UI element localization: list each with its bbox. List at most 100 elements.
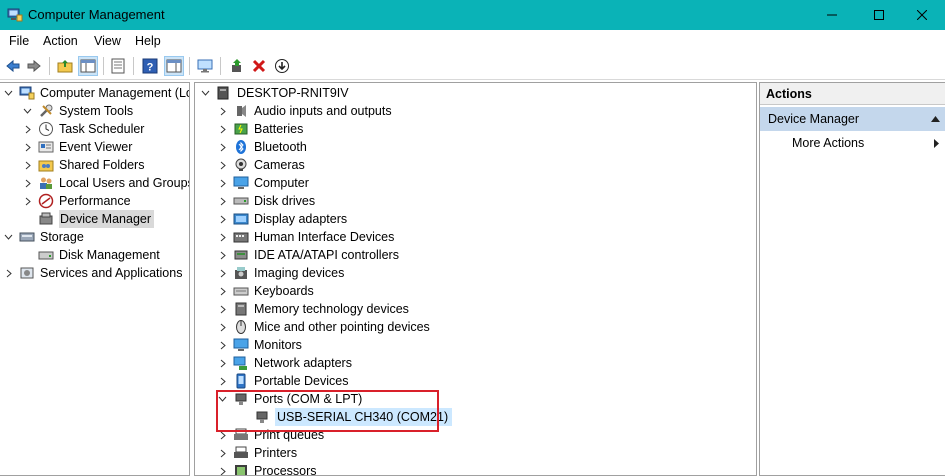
- tree-item-label: Device Manager: [59, 210, 155, 228]
- tree-root[interactable]: Computer Management (Local: [3, 84, 189, 102]
- device-category-bluetooth[interactable]: Bluetooth: [217, 138, 307, 156]
- collapsed-chevron-icon[interactable]: [217, 124, 227, 134]
- collapsed-chevron-icon[interactable]: [217, 232, 227, 242]
- collapsed-chevron-icon[interactable]: [217, 250, 227, 260]
- tree-item-performance[interactable]: Performance: [22, 192, 131, 210]
- uninstall-device-button[interactable]: [249, 56, 269, 76]
- tree-item-task-scheduler[interactable]: Task Scheduler: [22, 120, 144, 138]
- tree-item-local-users[interactable]: Local Users and Groups: [22, 174, 189, 192]
- device-category-portable-devices[interactable]: Portable Devices: [217, 372, 349, 390]
- device-tree-root[interactable]: DESKTOP-RNIT9IV: [200, 84, 349, 102]
- tree-item-label: Event Viewer: [59, 140, 133, 154]
- device-category-display-adapters[interactable]: Display adapters: [217, 210, 347, 228]
- back-button[interactable]: [3, 56, 23, 76]
- toolbar: ?: [0, 52, 945, 80]
- device-category-disk-drives[interactable]: Disk drives: [217, 192, 315, 210]
- expanded-chevron-icon[interactable]: [200, 88, 210, 98]
- console-tree-pane[interactable]: Computer Management (Local System Tools …: [0, 82, 190, 476]
- collapsed-chevron-icon[interactable]: [22, 178, 32, 188]
- up-level-button[interactable]: [55, 56, 75, 76]
- tree-item-system-tools[interactable]: System Tools: [22, 102, 133, 120]
- help-icon: ?: [142, 58, 158, 74]
- printer-icon: [234, 446, 248, 458]
- maximize-button[interactable]: [856, 0, 902, 30]
- expanded-chevron-icon[interactable]: [22, 106, 32, 116]
- device-category-human-interface-devices[interactable]: Human Interface Devices: [217, 228, 394, 246]
- more-actions-item[interactable]: More Actions: [792, 136, 864, 150]
- device-category-label: Imaging devices: [254, 266, 345, 280]
- collapsed-chevron-icon[interactable]: [22, 142, 32, 152]
- device-category-computer[interactable]: Computer: [217, 174, 309, 192]
- device-category-imaging-devices[interactable]: Imaging devices: [217, 264, 344, 282]
- collapsed-chevron-icon[interactable]: [217, 214, 227, 224]
- minimize-button[interactable]: [809, 0, 855, 30]
- tree-item-services-applications[interactable]: Services and Applications: [3, 264, 182, 282]
- collapsed-chevron-icon[interactable]: [217, 142, 227, 152]
- device-category-label: Memory technology devices: [254, 302, 409, 316]
- collapsed-chevron-icon[interactable]: [217, 106, 227, 116]
- close-button[interactable]: [899, 0, 945, 30]
- collapsed-chevron-icon[interactable]: [22, 160, 32, 170]
- menu-help[interactable]: Help: [135, 34, 161, 48]
- device-category-cameras[interactable]: Cameras: [217, 156, 305, 174]
- camera-icon: [235, 158, 247, 171]
- users-icon: [40, 177, 52, 189]
- tree-item-disk-management[interactable]: Disk Management: [38, 246, 160, 264]
- actions-section-device-manager[interactable]: Device Manager: [760, 107, 945, 131]
- collapsed-chevron-icon[interactable]: [22, 124, 32, 134]
- title-bar: Computer Management: [0, 0, 945, 30]
- device-category-processors[interactable]: Processors: [217, 462, 317, 475]
- tree-item-event-viewer[interactable]: Event Viewer: [22, 138, 132, 156]
- imaging-device-icon: [235, 267, 247, 279]
- collapse-up-icon[interactable]: [931, 116, 940, 122]
- update-driver-button[interactable]: [227, 56, 247, 76]
- menu-file[interactable]: File: [9, 34, 29, 48]
- expanded-chevron-icon[interactable]: [3, 88, 13, 98]
- device-category-keyboards[interactable]: Keyboards: [217, 282, 314, 300]
- show-hide-tree-button[interactable]: [78, 56, 98, 76]
- collapsed-chevron-icon[interactable]: [217, 358, 227, 368]
- maximize-icon: [874, 10, 884, 20]
- collapsed-chevron-icon[interactable]: [217, 160, 227, 170]
- device-category-network-adapters[interactable]: Network adapters: [217, 354, 352, 372]
- collapsed-chevron-icon[interactable]: [3, 268, 13, 278]
- collapsed-chevron-icon[interactable]: [217, 286, 227, 296]
- computer-monitor-icon: [233, 176, 249, 189]
- tree-item-label: Task Scheduler: [59, 122, 145, 136]
- collapsed-chevron-icon[interactable]: [217, 340, 227, 350]
- tree-item-device-manager[interactable]: Device Manager: [38, 210, 155, 228]
- minimize-icon: [827, 14, 837, 16]
- collapsed-chevron-icon[interactable]: [217, 448, 227, 458]
- menu-action[interactable]: Action: [43, 34, 78, 48]
- expanded-chevron-icon[interactable]: [3, 232, 13, 242]
- help-button[interactable]: ?: [140, 56, 160, 76]
- device-category-audio-inputs-and-outputs[interactable]: Audio inputs and outputs: [217, 102, 392, 120]
- device-category-memory-technology-devices[interactable]: Memory technology devices: [217, 300, 409, 318]
- collapsed-chevron-icon[interactable]: [217, 268, 227, 278]
- monitor-icon: [197, 59, 213, 73]
- collapsed-chevron-icon[interactable]: [217, 304, 227, 314]
- collapsed-chevron-icon[interactable]: [217, 178, 227, 188]
- device-category-label: Network adapters: [254, 356, 352, 370]
- collapsed-chevron-icon[interactable]: [217, 466, 227, 475]
- collapsed-chevron-icon[interactable]: [22, 196, 32, 206]
- submenu-arrow-icon[interactable]: [934, 139, 939, 148]
- device-category-ide-ata-atapi-controllers[interactable]: IDE ATA/ATAPI controllers: [217, 246, 399, 264]
- show-hide-action-pane-button[interactable]: [164, 56, 184, 76]
- properties-button[interactable]: [108, 56, 128, 76]
- forward-button[interactable]: [24, 56, 44, 76]
- device-category-printers[interactable]: Printers: [217, 444, 297, 462]
- tree-item-storage[interactable]: Storage: [3, 228, 84, 246]
- enable-device-button[interactable]: [272, 56, 292, 76]
- device-category-monitors[interactable]: Monitors: [217, 336, 302, 354]
- tree-item-label: Storage: [40, 230, 84, 244]
- collapsed-chevron-icon[interactable]: [217, 322, 227, 332]
- collapsed-chevron-icon[interactable]: [217, 376, 227, 386]
- collapsed-chevron-icon[interactable]: [217, 196, 227, 206]
- menu-view[interactable]: View: [94, 34, 121, 48]
- show-hide-tree-icon: [80, 59, 96, 73]
- scan-hardware-button[interactable]: [195, 56, 215, 76]
- device-category-mice-and-other-pointing-devices[interactable]: Mice and other pointing devices: [217, 318, 430, 336]
- device-category-batteries[interactable]: Batteries: [217, 120, 303, 138]
- tree-item-shared-folders[interactable]: Shared Folders: [22, 156, 144, 174]
